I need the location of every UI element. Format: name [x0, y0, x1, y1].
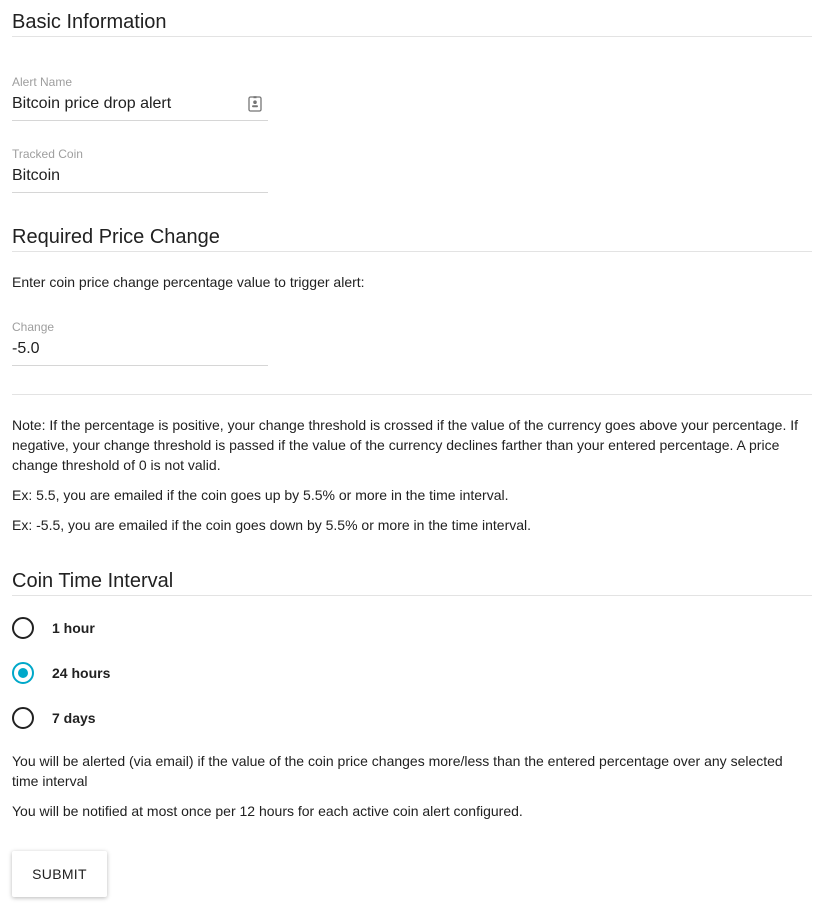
tracked-coin-field [12, 163, 268, 193]
alert-name-label: Alert Name [12, 75, 73, 89]
alert-name-input[interactable] [12, 91, 244, 117]
divider [12, 394, 812, 395]
notification-frequency: You will be notified at most once per 12… [12, 803, 523, 819]
interval-option-label: 7 days [52, 710, 96, 726]
interval-option-label: 1 hour [52, 620, 95, 636]
change-field [12, 336, 268, 366]
coin-time-interval-heading: Coin Time Interval [12, 570, 174, 592]
divider [12, 595, 812, 596]
basic-information-heading: Basic Information [12, 11, 167, 33]
alert-explanation: You will be alerted (via email) if the v… [12, 753, 783, 789]
divider [12, 251, 812, 252]
tracked-coin-input[interactable] [12, 163, 244, 189]
interval-option-label: 24 hours [52, 665, 111, 681]
radio-button[interactable] [12, 617, 34, 639]
radio-dot [18, 668, 28, 678]
required-price-change-heading: Required Price Change [12, 226, 220, 248]
change-input[interactable] [12, 336, 244, 362]
divider [12, 36, 812, 37]
price-change-instructions: Enter coin price change percentage value… [12, 274, 365, 290]
interval-option-1-hour[interactable]: 1 hour [12, 616, 212, 640]
alert-name-field [12, 91, 268, 121]
radio-button[interactable] [12, 707, 34, 729]
threshold-note: Note: If the percentage is positive, you… [12, 417, 799, 473]
negative-example: Ex: -5.5, you are emailed if the coin go… [12, 517, 532, 533]
coin-alert-form: Basic Information Alert Name Tracked Coi… [0, 0, 818, 909]
positive-example: Ex: 5.5, you are emailed if the coin goe… [12, 487, 509, 503]
submit-button[interactable]: SUBMIT [12, 851, 107, 897]
interval-option-24-hours[interactable]: 24 hours [12, 661, 212, 685]
radio-button[interactable] [12, 662, 34, 684]
contact-card-icon[interactable] [248, 96, 262, 112]
tracked-coin-label: Tracked Coin [12, 147, 83, 161]
interval-option-7-days[interactable]: 7 days [12, 706, 212, 730]
change-label: Change [12, 320, 55, 334]
